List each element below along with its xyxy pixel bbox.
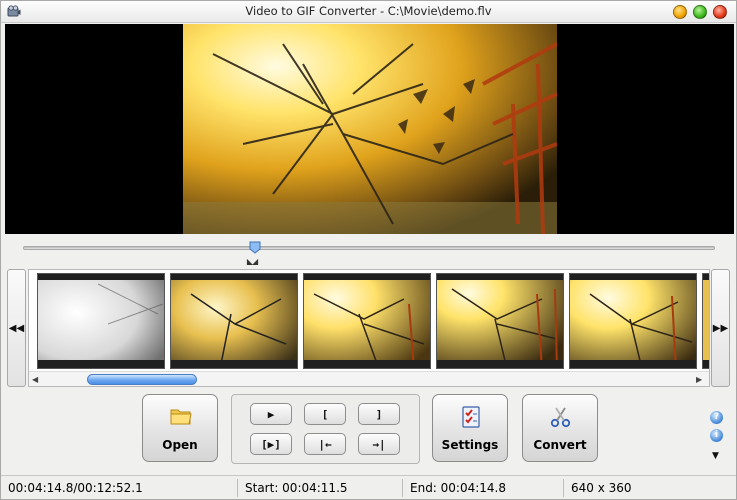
- thumbnail-image: [570, 274, 696, 368]
- thumbnail[interactable]: [702, 273, 709, 369]
- next-frames-button[interactable]: ▶▶: [711, 269, 730, 387]
- window-title: Video to GIF Converter - C:\Movie\demo.f…: [245, 4, 492, 18]
- thumbnail-image: [304, 274, 430, 368]
- thumbnail-image: [38, 274, 164, 368]
- convert-button[interactable]: Convert: [522, 394, 598, 462]
- status-end: End: 00:04:14.8: [406, 479, 564, 497]
- status-position: 00:04:14.8/00:12:52.1: [4, 479, 238, 497]
- folder-icon: [170, 409, 192, 425]
- dropdown-arrow-icon[interactable]: ▼: [712, 451, 719, 461]
- play-selection-button[interactable]: [▶]: [250, 433, 292, 455]
- open-button-label: Open: [162, 438, 198, 452]
- open-button[interactable]: Open: [142, 394, 218, 462]
- selection-markers: ◣◢: [246, 257, 258, 266]
- scroll-left-arrow-icon[interactable]: ◀: [32, 375, 38, 384]
- thumbnail-scrollbar[interactable]: ◀ ▶: [29, 371, 709, 386]
- side-icons: ? i ▼: [710, 411, 724, 461]
- go-to-end-button[interactable]: →|: [358, 433, 400, 455]
- thumbnail-image: [703, 274, 709, 368]
- minimize-button[interactable]: [673, 5, 687, 19]
- thumbnail[interactable]: [303, 273, 431, 369]
- thumbnail[interactable]: [436, 273, 564, 369]
- thumbnail[interactable]: [569, 273, 697, 369]
- thumbnail[interactable]: [37, 273, 165, 369]
- playback-controls: ▶ [ ] [▶] |← →|: [231, 394, 420, 464]
- checklist-icon: [462, 406, 480, 428]
- previous-frames-button[interactable]: ◀◀: [7, 269, 26, 387]
- thumbnail-image: [171, 274, 297, 368]
- title-bar: Video to GIF Converter - C:\Movie\demo.f…: [1, 1, 736, 23]
- app-window: Video to GIF Converter - C:\Movie\demo.f…: [0, 0, 737, 500]
- help-icon[interactable]: ?: [710, 411, 723, 424]
- mark-out-button[interactable]: ]: [358, 403, 400, 425]
- info-icon[interactable]: i: [710, 429, 723, 442]
- status-start: Start: 00:04:11.5: [241, 479, 403, 497]
- go-to-start-button[interactable]: |←: [304, 433, 346, 455]
- convert-button-label: Convert: [533, 438, 587, 452]
- close-button[interactable]: [713, 5, 727, 19]
- video-frame-image: [183, 24, 557, 234]
- video-preview[interactable]: [5, 24, 734, 234]
- settings-button[interactable]: Settings: [432, 394, 508, 462]
- scrollbar-thumb[interactable]: [87, 374, 197, 385]
- thumbnail-image: [437, 274, 563, 368]
- timeline-slider-thumb[interactable]: [249, 241, 261, 254]
- thumbnail-strip[interactable]: ◀ ▶: [28, 269, 710, 387]
- status-bar: 00:04:14.8/00:12:52.1 Start: 00:04:11.5 …: [1, 475, 736, 499]
- timeline-slider-track[interactable]: [23, 246, 715, 250]
- mark-in-button[interactable]: [: [304, 403, 346, 425]
- scissors-icon: [550, 407, 571, 428]
- status-resolution: 640 x 360: [571, 481, 632, 495]
- thumbnail[interactable]: [170, 273, 298, 369]
- play-button[interactable]: ▶: [250, 403, 292, 425]
- scroll-right-arrow-icon[interactable]: ▶: [696, 375, 702, 384]
- settings-button-label: Settings: [441, 438, 499, 452]
- maximize-button[interactable]: [693, 5, 707, 19]
